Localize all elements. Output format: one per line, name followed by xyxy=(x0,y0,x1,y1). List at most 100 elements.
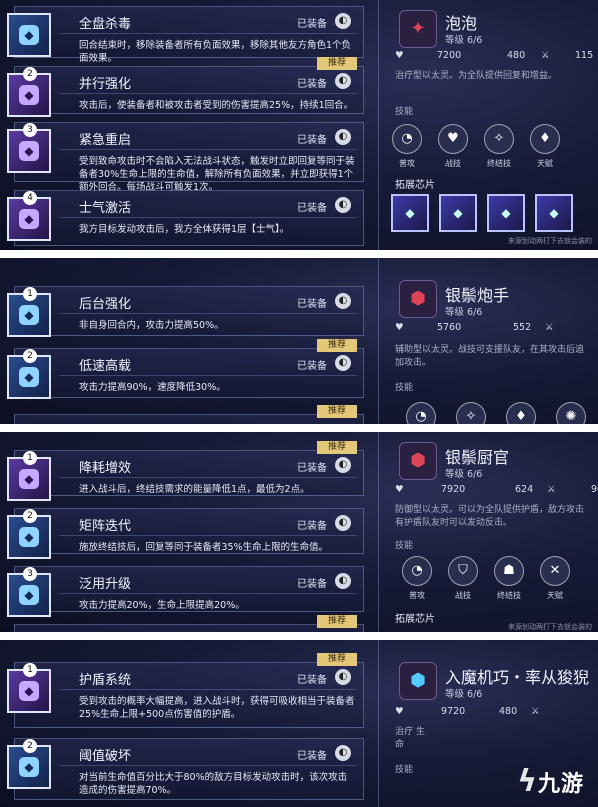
chip-name: 士气激活 xyxy=(79,201,132,216)
level-text: 等级 6/6 xyxy=(445,469,483,480)
chip-card[interactable]: 推荐 xyxy=(14,405,364,424)
skill-basic[interactable]: ◔ 普攻 xyxy=(401,556,433,601)
equipped-label: 已装备 xyxy=(297,579,327,590)
hp-value: 7920 xyxy=(441,484,466,495)
shield-icon: ◆ xyxy=(19,757,39,777)
badge-icon: ♦ xyxy=(530,124,560,154)
avatar: ⬢ xyxy=(399,442,437,480)
expansion-chip-1[interactable]: ◆ xyxy=(391,194,429,232)
equipped-label: 已装备 xyxy=(297,299,327,310)
chip-icon: ◆ xyxy=(7,13,51,57)
equip-icon[interactable]: ◐ xyxy=(335,515,351,531)
chip-card[interactable]: ◆ 全盘杀毒 已装备 ◐ 回合结束时，移除装备者所有负面效果，移除其他友方角色1个负… xyxy=(7,6,364,64)
equip-icon[interactable]: ◐ xyxy=(335,293,351,309)
chip-icon: 2 ◆ xyxy=(7,67,51,117)
stats-row: ♥ 7920 624 ⚔ 90 xyxy=(395,484,598,498)
equip-icon[interactable]: ◐ xyxy=(335,573,351,589)
equip-icon[interactable]: ◐ xyxy=(335,457,351,473)
avatar: ⬢ xyxy=(399,280,437,318)
flame-icon: ✺ xyxy=(556,402,586,424)
equipped-label: 已装备 xyxy=(297,135,327,146)
chip-card[interactable]: 2 ◆ 矩阵迭代 已装备 ◐ 施放终结技后，回复等同于装备者35%生命上限的生命值。 xyxy=(7,508,364,559)
chip-name: 阈值破坏 xyxy=(79,749,132,764)
skill-talent[interactable]: ♦ 天赋 xyxy=(529,124,561,169)
chip-desc: 攻击力提高90%，速度降低30%。 xyxy=(79,382,226,393)
equipped-label: 已装备 xyxy=(297,361,327,372)
chip-desc: 攻击后，使装备者和被攻击者受到的伤害提高25%，持续1回合。 xyxy=(79,100,354,111)
footer-note: 来源划动两打下去就会装的 xyxy=(508,237,592,245)
nine-game-icon: ϟ xyxy=(517,764,538,799)
atk-icon: ⚔ xyxy=(531,706,540,717)
skill-battle[interactable]: ⛉ 战技 xyxy=(447,556,479,601)
atk-value: 552 xyxy=(513,322,532,333)
chip-card[interactable]: 推荐 1 ◆ 护盾系统 已装备 ◐ 受到攻击的概率大幅提高，进入战斗时，获得可吸收相当… xyxy=(7,653,364,728)
recommended-tag: 推荐 xyxy=(317,339,357,352)
equipped-label: 已装备 xyxy=(297,751,327,762)
expansion-chip-2[interactable]: ◆ xyxy=(439,194,477,232)
shield-icon: ◆ xyxy=(19,367,39,387)
equip-icon[interactable]: ◐ xyxy=(335,669,351,685)
shield-icon: ◆ xyxy=(19,25,39,45)
expansion-chip-3[interactable]: ◆ xyxy=(487,194,525,232)
skills-label: 技能 xyxy=(395,383,414,393)
skill-label: 战技 xyxy=(455,591,471,600)
panel-silvermane-cook: 推荐 1 ◆ 降耗增效 已装备 ◐ 进入战斗后，终结技需求的能量降低1点，最低为2点。… xyxy=(0,432,598,632)
shield-icon: ◆ xyxy=(19,585,39,605)
chips-label: 拓展芯片 xyxy=(395,180,435,191)
chip-desc: 我方目标发动攻击后，我方全体获得1层【士气】。 xyxy=(79,224,290,235)
skill-basic[interactable]: ◔ 普攻 xyxy=(391,124,423,169)
skill-ultimate[interactable]: ☗ 终结技 xyxy=(493,556,525,601)
chip-card[interactable]: 4 ◆ 士气激活 已装备 ◐ 我方目标发动攻击后，我方全体获得1层【士气】。 xyxy=(7,190,364,246)
equipped-label: 已装备 xyxy=(297,19,327,30)
panel-silvermane-gunner: 1 ◆ 后台强化 已装备 ◐ 非自身回合内，攻击力提高50%。 推荐 2 ◆ 低速高载已… xyxy=(0,258,598,424)
panel-demonic-machine: 推荐 1 ◆ 护盾系统 已装备 ◐ 受到攻击的概率大幅提高，进入战斗时，获得可吸收相当… xyxy=(0,640,598,807)
chip-card[interactable]: 推荐 2 ◆ 并行强化 已装备 ◐ 攻击后，使装备者和被攻击者受到的伤害提高25%，持… xyxy=(7,57,364,117)
basic-attack-icon: ◔ xyxy=(406,402,436,424)
character-name: 银鬃厨官 xyxy=(445,448,510,467)
chip-card[interactable]: 3 ◆ 紧急重启 已装备 ◐ 受到致命攻击时不会陷入无法战斗状态，触发时立即回复等同于… xyxy=(7,122,364,193)
skill-ultimate[interactable]: ♦ xyxy=(505,402,537,424)
hp-value: 9720 xyxy=(441,706,466,717)
chip-card[interactable]: 推荐 xyxy=(14,615,364,632)
atk-icon: ⚔ xyxy=(545,322,554,333)
chip-name: 泛用升级 xyxy=(79,577,132,592)
equip-icon[interactable]: ◐ xyxy=(335,355,351,371)
skill-ultimate[interactable]: ✧ 终结技 xyxy=(483,124,515,169)
chip-card[interactable]: 1 ◆ 后台强化 已装备 ◐ 非自身回合内，攻击力提高50%。 xyxy=(7,286,364,337)
skill-battle[interactable]: ♥ 战技 xyxy=(437,124,469,169)
divider xyxy=(378,258,379,424)
chip-card[interactable]: 3 ◆ 泛用升级 已装备 ◐ 攻击力提高20%，生命上限提高20%。 xyxy=(7,566,364,617)
chip-name: 低速高载 xyxy=(79,359,132,374)
def-value: 90 xyxy=(591,484,598,495)
equipped-label: 已装备 xyxy=(297,675,327,686)
slot-number: 1 xyxy=(23,287,37,301)
skill-talent[interactable]: ✺ xyxy=(555,402,587,424)
character-desc: 辅助型以太灵。战技可支援队友，在其攻击后追加攻击。 xyxy=(395,345,585,368)
skill-basic[interactable]: ◔ xyxy=(405,402,437,424)
slot-number: 3 xyxy=(23,567,37,581)
hp-value: 7200 xyxy=(437,50,462,61)
skills-label: 技能 xyxy=(395,765,414,775)
shield-icon: ◆ xyxy=(19,209,39,229)
equip-icon[interactable]: ◐ xyxy=(335,745,351,761)
equip-icon[interactable]: ◐ xyxy=(335,13,351,29)
atk-icon: ⚔ xyxy=(541,50,550,61)
chip-icon: 2 ◆ xyxy=(7,509,51,559)
equip-icon[interactable]: ◐ xyxy=(335,73,351,89)
chip-card[interactable]: 推荐 2 ◆ 低速高载 已装备 ◐ 攻击力提高90%，速度降低30%。 xyxy=(7,339,364,399)
atk-value: 624 xyxy=(515,484,534,495)
expansion-chip-4[interactable]: ◆ xyxy=(535,194,573,232)
skill-talent[interactable]: ✕ 天赋 xyxy=(539,556,571,601)
recommended-tag: 推荐 xyxy=(317,441,357,454)
recommended-tag: 推荐 xyxy=(317,653,357,666)
level-text: 等级 6/6 xyxy=(445,689,483,700)
skill-battle[interactable]: ✧ xyxy=(455,402,487,424)
chip-card[interactable]: 推荐 1 ◆ 降耗增效 已装备 ◐ 进入战斗后，终结技需求的能量降低1点，最低为2点。 xyxy=(7,441,364,501)
slot-number: 2 xyxy=(23,739,37,753)
equip-icon[interactable]: ◐ xyxy=(335,197,351,213)
character-name: 银鬃炮手 xyxy=(445,286,510,305)
recommended-tag: 推荐 xyxy=(317,405,357,418)
chip-card[interactable]: 2 ◆ 阈值破坏 已装备 ◐ 对当前生命值百分比大于80%的敌方目标发动攻击时，该次攻… xyxy=(7,738,364,800)
stats-row: ♥ 7200 480 ⚔ 115 xyxy=(395,50,593,64)
equip-icon[interactable]: ◐ xyxy=(335,129,351,145)
